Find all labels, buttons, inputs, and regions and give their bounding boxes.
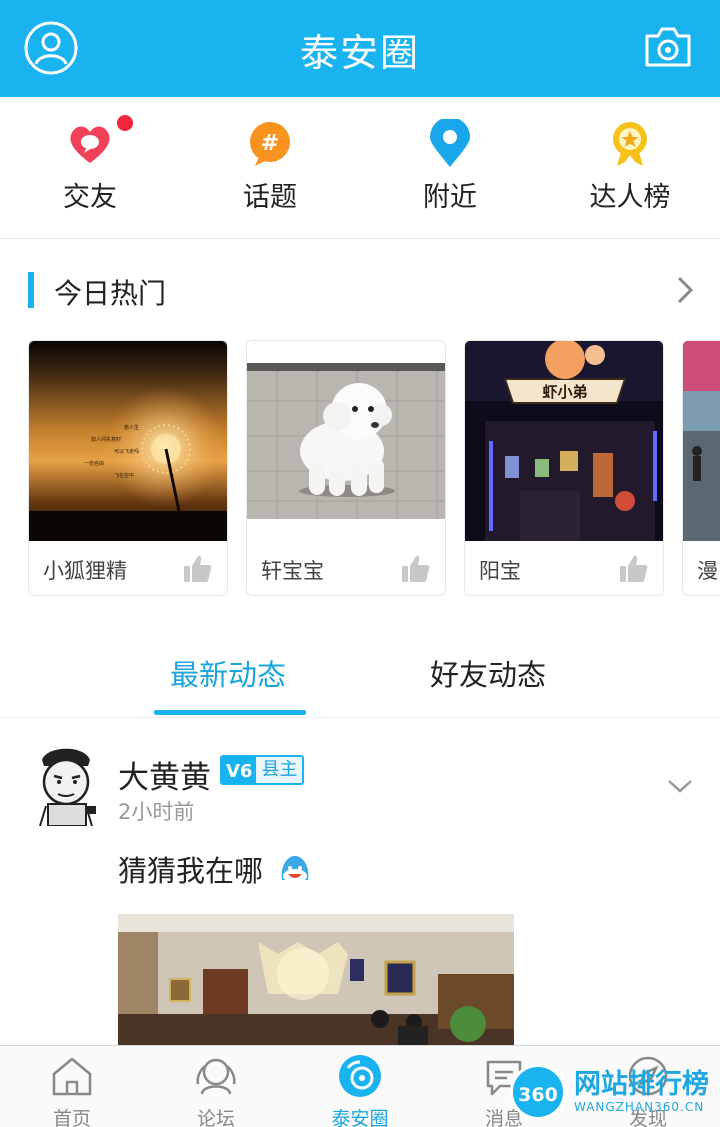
nav-circle[interactable]: 泰安圈: [288, 1046, 432, 1127]
feed-tabs: 最新动态 好友动态: [0, 630, 720, 718]
post-text: 猜猜我在哪: [118, 854, 264, 888]
hot-card-image: [683, 341, 720, 541]
photo-caption-4: 一份自由: [84, 460, 104, 467]
hot-card-name: 漫: [697, 559, 718, 583]
post-photo[interactable]: [118, 914, 514, 1045]
emoji-icon: [281, 856, 309, 883]
thumbs-up-icon[interactable]: [181, 553, 213, 585]
medal-icon: [613, 122, 647, 166]
photo-caption-5: 飞在空中: [114, 472, 134, 479]
watermark-text: 网站排行榜: [574, 1069, 709, 1100]
quick-item-friends[interactable]: 交友: [0, 97, 180, 239]
top-bar: 泰安圈: [0, 0, 720, 97]
circle-icon: [339, 1055, 381, 1097]
nav-label: 论坛: [196, 1108, 235, 1127]
watermark-subtext: WANGZHAN360.CN: [574, 1100, 705, 1114]
watermark: 360 网站排行榜 WANGZHAN360.CN: [510, 1060, 720, 1127]
hot-card-name: 阳宝: [479, 559, 521, 583]
photo-caption-3: 可以飞走吗: [114, 448, 139, 455]
nav-forum[interactable]: 论坛: [144, 1046, 288, 1127]
section-title: 今日热门: [54, 277, 167, 310]
nav-home[interactable]: 首页: [0, 1046, 144, 1127]
watermark-logo: 360: [510, 1064, 566, 1120]
feed-post: 大黄黄 V6 县主 2小时前 猜猜我在哪: [0, 720, 720, 1045]
hot-card-image: 虾小弟: [465, 341, 663, 541]
level-title: 县主: [256, 757, 303, 783]
shop-sign-text: 虾小弟: [542, 383, 587, 401]
quick-label: 附近: [423, 182, 477, 213]
quick-label: 话题: [243, 182, 297, 213]
quick-label: 交友: [63, 182, 117, 213]
avatar[interactable]: [30, 742, 104, 826]
hot-section-header[interactable]: 今日热门: [0, 262, 720, 320]
post-time: 2小时前: [118, 800, 195, 824]
location-pin-icon: [430, 119, 470, 167]
hot-card[interactable]: 轩宝宝: [246, 340, 446, 596]
forum-icon: [196, 1058, 236, 1095]
user-level-badge: V6 县主: [220, 755, 305, 785]
heart-chat-icon: [70, 126, 110, 163]
post-username[interactable]: 大黄黄: [118, 752, 211, 797]
photo-caption-1: 若人生: [124, 424, 139, 431]
tab-latest[interactable]: 最新动态: [170, 652, 286, 694]
home-icon: [52, 1057, 92, 1096]
nav-label: 泰安圈: [331, 1108, 389, 1127]
app-screen: 泰安圈 交友 # 话题 附近 达人榜 今日热门 若人生 如人间失意时 可以飞走吗…: [0, 0, 720, 1127]
camera-icon[interactable]: [643, 24, 693, 70]
hashtag-bubble-icon: #: [250, 122, 290, 166]
quick-label: 达人榜: [589, 182, 671, 213]
photo-caption-2: 如人间失意时: [91, 436, 121, 443]
quick-item-topics[interactable]: # 话题: [180, 97, 360, 239]
hot-card[interactable]: 虾小弟 阳宝: [464, 340, 664, 596]
chevron-right-icon[interactable]: [670, 272, 700, 308]
notification-dot: [117, 115, 133, 131]
hot-card-image: [247, 341, 445, 541]
quick-item-nearby[interactable]: 附近: [360, 97, 540, 239]
level-text: V6: [222, 757, 257, 783]
quick-item-ranking[interactable]: 达人榜: [540, 97, 720, 239]
chevron-down-icon[interactable]: [666, 776, 694, 796]
page-title: 泰安圈: [299, 31, 420, 75]
hot-card-image: 若人生 如人间失意时 可以飞走吗 一份自由 飞在空中: [29, 341, 227, 541]
hot-card-name: 小狐狸精: [43, 559, 127, 583]
svg-text:#: #: [261, 131, 279, 156]
hot-card-name: 轩宝宝: [261, 559, 324, 583]
hot-card[interactable]: 漫: [682, 340, 720, 596]
tab-friends[interactable]: 好友动态: [430, 652, 546, 694]
section-marker: [28, 272, 34, 308]
nav-label: 首页: [52, 1108, 91, 1127]
thumbs-up-icon[interactable]: [617, 553, 649, 585]
thumbs-up-icon[interactable]: [399, 553, 431, 585]
active-tab-indicator: [154, 710, 306, 715]
quick-entry-row: 交友 # 话题 附近 达人榜: [0, 97, 720, 239]
hot-card[interactable]: 若人生 如人间失意时 可以飞走吗 一份自由 飞在空中 小狐狸精: [28, 340, 228, 596]
